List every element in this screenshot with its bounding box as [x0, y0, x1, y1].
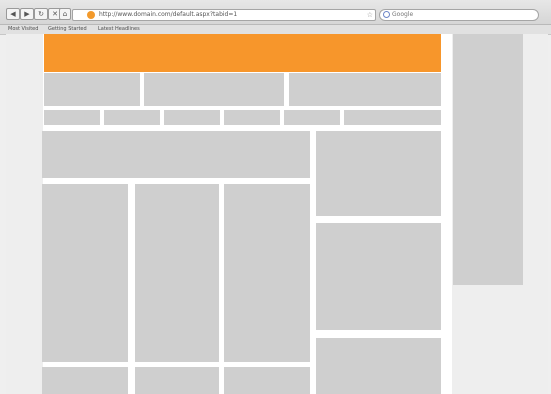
column-block-6 — [224, 367, 310, 394]
banner-block-3 — [289, 73, 441, 106]
column-block-4 — [42, 367, 128, 394]
nav-block-6[interactable] — [344, 110, 441, 125]
nav-block-3[interactable] — [164, 110, 220, 125]
nav-block-2[interactable] — [104, 110, 160, 125]
column-block-3 — [224, 184, 310, 362]
feature-block — [42, 131, 310, 178]
bookmark-item[interactable]: Latest Headlines — [98, 25, 140, 34]
side-block-2 — [316, 223, 441, 330]
nav-block-4[interactable] — [224, 110, 280, 125]
search-engine-icon — [383, 11, 390, 18]
address-bar[interactable]: http://www.domain.com/default.aspx?tabid… — [72, 9, 376, 21]
column-block-1 — [42, 184, 128, 362]
wireframe-content — [42, 34, 452, 394]
search-box[interactable]: Google — [379, 9, 539, 21]
search-placeholder: Google — [392, 11, 414, 18]
site-favicon-icon — [87, 11, 95, 19]
browser-window: ◀ ▶ ↻ ✕ ⌂ http://www.domain.com/default.… — [0, 0, 551, 394]
back-button[interactable]: ◀ — [6, 8, 20, 20]
column-block-5 — [135, 367, 219, 394]
address-url: http://www.domain.com/default.aspx?tabid… — [99, 11, 238, 18]
side-block-1 — [316, 131, 441, 216]
home-button[interactable]: ⌂ — [59, 8, 71, 20]
browser-toolbar: ◀ ▶ ↻ ✕ ⌂ http://www.domain.com/default.… — [0, 0, 551, 25]
page-viewport — [6, 34, 548, 394]
nav-block-5[interactable] — [284, 110, 340, 125]
side-block-3 — [316, 338, 441, 394]
nav-block-1[interactable] — [44, 110, 100, 125]
bookmark-star-icon[interactable]: ☆ — [367, 10, 373, 20]
bookmark-item[interactable]: Getting Started — [48, 25, 87, 34]
header-block — [44, 34, 441, 72]
right-sidebar-block — [453, 34, 523, 285]
column-block-2 — [135, 184, 219, 362]
forward-button[interactable]: ▶ — [20, 8, 34, 20]
banner-block-2 — [144, 73, 284, 106]
reload-button[interactable]: ↻ — [34, 8, 48, 20]
banner-block-1 — [44, 73, 140, 106]
bookmark-item[interactable]: Most Visited — [8, 25, 38, 34]
